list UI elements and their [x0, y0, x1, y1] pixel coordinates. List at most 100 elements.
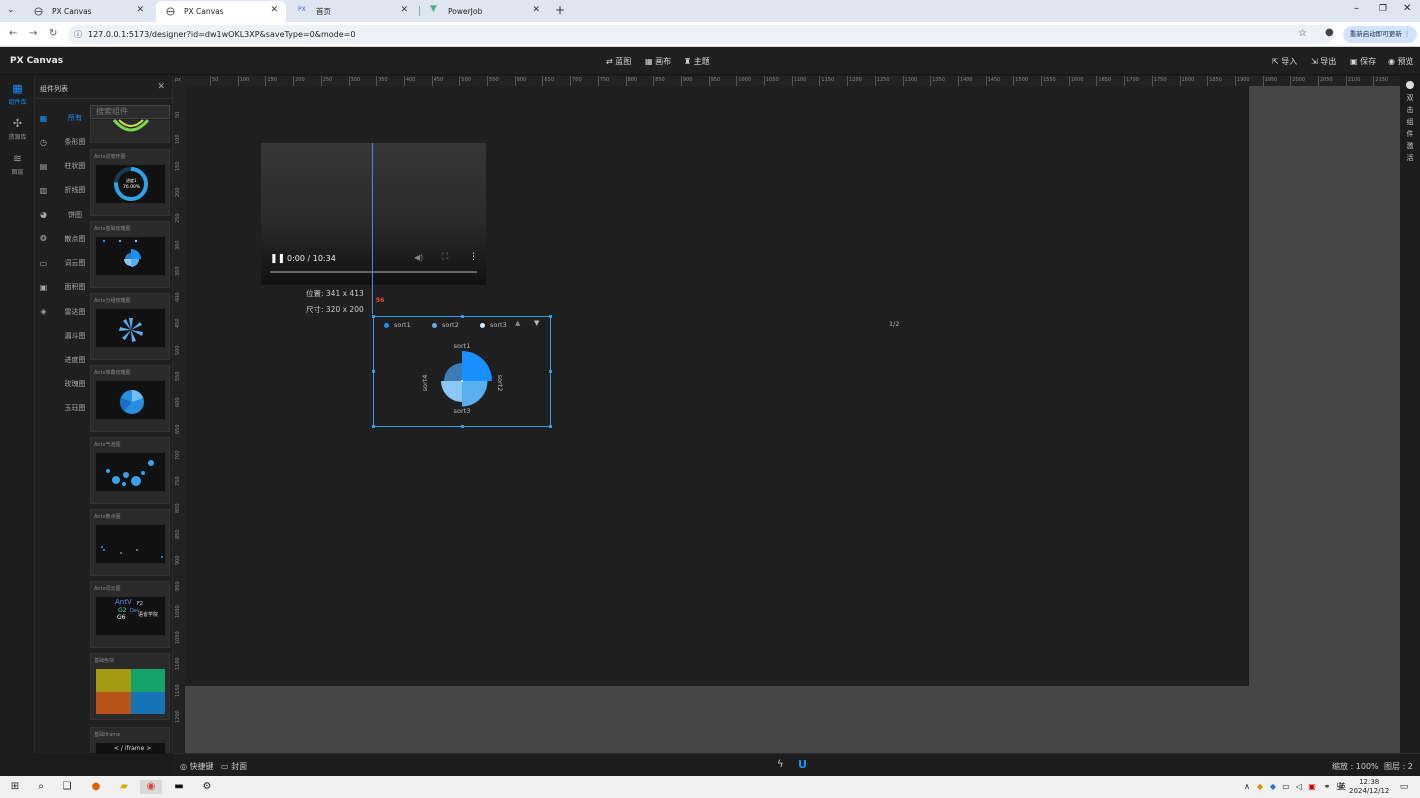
- firefox-icon[interactable]: ●: [89, 780, 103, 794]
- tray-app-icon[interactable]: ▣: [1305, 780, 1319, 794]
- tray-security-icon[interactable]: ◆: [1266, 780, 1280, 794]
- video-progress-bar[interactable]: [270, 271, 477, 273]
- component-search-input[interactable]: 搜索组件: [90, 105, 170, 119]
- import-button[interactable]: ⇱ 导入: [1272, 57, 1297, 67]
- theme-button[interactable]: ♜ 主题: [684, 57, 710, 67]
- magnet-icon[interactable]: U: [798, 758, 807, 771]
- shortcut-button[interactable]: ◎ 快捷键: [180, 761, 214, 772]
- ruler-label: 1850: [1209, 77, 1222, 83]
- save-button[interactable]: ▣ 保存: [1350, 57, 1376, 67]
- tab-search-icon[interactable]: ⌄: [7, 5, 15, 15]
- back-icon[interactable]: ←: [9, 28, 17, 40]
- component-card-iframe[interactable]: 基础iframe < / iframe >: [90, 727, 170, 754]
- close-tab-icon[interactable]: ✕: [270, 5, 278, 15]
- lightning-icon[interactable]: ϟ: [777, 759, 784, 770]
- profile-icon[interactable]: ●: [1325, 27, 1334, 38]
- close-tab-icon[interactable]: ✕: [136, 5, 144, 15]
- category-line[interactable]: 折线图: [60, 185, 90, 195]
- terminal-icon[interactable]: ▬: [172, 780, 186, 794]
- relaunch-update-button[interactable]: 重新启动即可更新 ⋮: [1343, 26, 1417, 43]
- browser-tab-4[interactable]: ▼ PowerJob ✕: [420, 1, 548, 22]
- rose-slice[interactable]: [441, 381, 462, 402]
- rose-slice[interactable]: [462, 381, 488, 407]
- browser-tab-2[interactable]: PX Canvas ✕: [156, 1, 286, 22]
- preview-button[interactable]: ◉ 预览: [1388, 57, 1414, 67]
- tray-link-icon[interactable]: ⚭: [1320, 780, 1334, 794]
- rose-chart-widget[interactable]: sort1 sort2 sort3 ▲ 1/2 ▼ sort1 sort2 sort…: [372, 315, 899, 428]
- start-menu-icon[interactable]: ⊞: [8, 780, 22, 794]
- tray-shield-icon[interactable]: ◆: [1253, 780, 1267, 794]
- component-card-progress-ring[interactable]: Antv进度环图 进度1 76.00%: [90, 149, 170, 216]
- category-column[interactable]: 柱状图: [60, 161, 90, 171]
- rail-item-components[interactable]: ▦ 组件库: [0, 82, 35, 106]
- category-jade[interactable]: 玉珏图: [60, 403, 90, 413]
- browser-tab-3[interactable]: PX 首页 ✕: [288, 1, 416, 22]
- new-tab-button[interactable]: +: [555, 3, 565, 17]
- canvas-button[interactable]: ▦ 画布: [645, 57, 671, 67]
- ruler-label: 850: [175, 529, 181, 539]
- url-field[interactable]: ⓘ 127.0.0.1:5173/designer?id=dw1wOKL3XP&…: [68, 25, 1334, 44]
- maximize-icon[interactable]: ❐: [1379, 4, 1387, 14]
- file-explorer-icon[interactable]: ▰: [117, 780, 131, 794]
- browser-tab-1[interactable]: PX Canvas ✕: [24, 1, 152, 22]
- tab-title: PowerJob: [448, 7, 483, 16]
- chrome-icon[interactable]: ◉: [140, 780, 162, 794]
- scatter-icon: ❂: [40, 234, 47, 243]
- tray-chevron-icon[interactable]: ∧: [1240, 780, 1254, 794]
- rose-slice[interactable]: [444, 363, 462, 381]
- rail-item-layers[interactable]: ≋ 图层: [0, 152, 35, 176]
- alignment-guide-line: [372, 143, 373, 314]
- blueprint-button[interactable]: ⇄ 蓝图: [606, 57, 631, 67]
- fullscreen-icon[interactable]: ⛶: [442, 252, 448, 262]
- ruler-label: 1950: [1264, 77, 1278, 83]
- category-progress[interactable]: 进度图: [60, 355, 90, 365]
- close-tab-icon[interactable]: ✕: [400, 5, 408, 15]
- minimize-icon[interactable]: –: [1354, 3, 1359, 14]
- export-button[interactable]: ⇲ 导出: [1311, 57, 1336, 67]
- category-area[interactable]: 面积图: [60, 282, 90, 292]
- category-all[interactable]: 所有: [60, 113, 90, 123]
- ruler-label: 300: [350, 77, 361, 83]
- component-card-gauge[interactable]: [90, 118, 170, 143]
- notifications-icon[interactable]: ▭: [1397, 780, 1411, 794]
- reload-icon[interactable]: ↻: [49, 28, 57, 40]
- settings-gear-icon[interactable]: ⚙: [200, 780, 214, 794]
- close-window-icon[interactable]: ✕: [1403, 3, 1411, 14]
- forward-icon[interactable]: →: [29, 28, 37, 40]
- rail-item-resources[interactable]: ✣ 资源库: [0, 117, 35, 141]
- ruler-label: 650: [544, 77, 554, 83]
- component-card-basic-rose[interactable]: Antv基础玫瑰图: [90, 221, 170, 288]
- rose-slice[interactable]: [462, 351, 492, 381]
- component-card-scatter[interactable]: Antv散点图: [90, 509, 170, 576]
- component-card-bubble[interactable]: Antv气泡图: [90, 437, 170, 504]
- ruler-label: 1800: [1181, 77, 1195, 83]
- component-card-grouped-rose[interactable]: Antv分组玫瑰图: [90, 293, 170, 360]
- more-options-icon[interactable]: ⋮: [469, 252, 478, 262]
- cover-button[interactable]: ▭ 封面: [221, 761, 247, 772]
- category-rose[interactable]: 玫瑰图: [60, 379, 90, 389]
- ruler-tick: [874, 76, 876, 86]
- category-bar[interactable]: 条形图: [60, 137, 90, 147]
- system-clock[interactable]: 12:38 2024/12/12: [1349, 778, 1389, 796]
- category-funnel[interactable]: 漏斗图: [60, 331, 90, 341]
- component-card-stacked-rose[interactable]: Antv堆叠玫瑰图: [90, 365, 170, 432]
- tip-char: 活: [1406, 154, 1414, 162]
- close-tab-icon[interactable]: ✕: [532, 5, 540, 15]
- input-language[interactable]: 英: [1335, 780, 1349, 794]
- component-card-color-block[interactable]: 基础色块: [90, 653, 170, 720]
- pause-icon[interactable]: ❚❚: [270, 254, 285, 264]
- category-radar[interactable]: 雷达图: [60, 307, 90, 317]
- component-card-wordcloud[interactable]: Antv词云图 AntV G2 G6 F2 Dev 语雀学院: [90, 581, 170, 648]
- bookmark-star-icon[interactable]: ☆: [1298, 28, 1307, 39]
- site-info-icon[interactable]: ⓘ: [74, 25, 82, 44]
- category-wordcloud[interactable]: 词云图: [60, 258, 90, 268]
- video-widget[interactable]: ❚❚ 0:00 / 10:34 ◀) ⛶ ⋮: [261, 143, 486, 285]
- close-panel-icon[interactable]: ✕: [157, 82, 165, 92]
- tray-speaker-icon[interactable]: ◁: [1292, 780, 1306, 794]
- category-pie[interactable]: 饼图: [60, 210, 90, 220]
- volume-icon[interactable]: ◀): [414, 253, 423, 262]
- task-view-icon[interactable]: ❏: [60, 780, 74, 794]
- tray-network-icon[interactable]: ▭: [1279, 780, 1293, 794]
- search-icon[interactable]: ⌕: [34, 780, 48, 794]
- category-scatter[interactable]: 散点图: [60, 234, 90, 244]
